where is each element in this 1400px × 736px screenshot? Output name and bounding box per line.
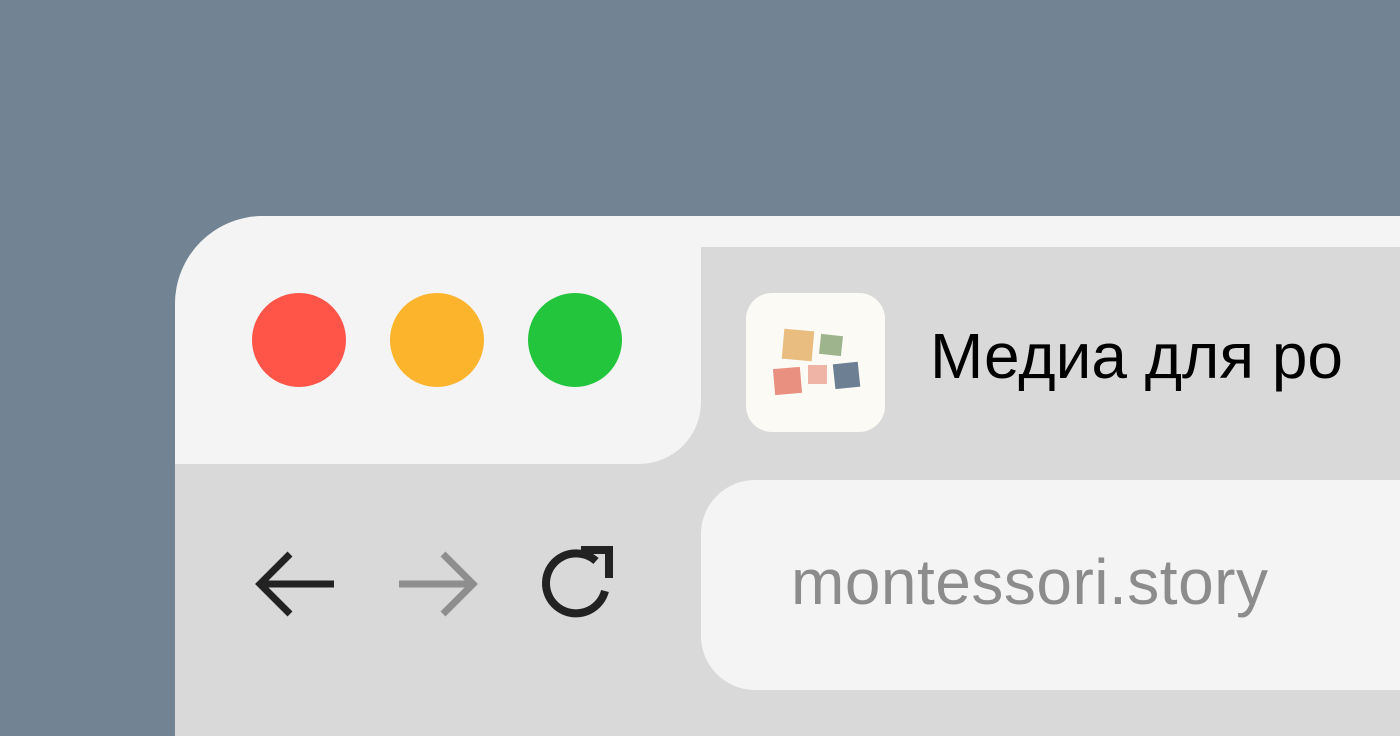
close-window-button[interactable] [252, 293, 346, 387]
address-bar[interactable]: montessori.story [701, 480, 1400, 690]
titlebar [175, 216, 701, 464]
titlebar-strip [701, 216, 1400, 247]
tab-title: Медиа для ро [930, 320, 1343, 392]
browser-window: Медиа для ро montessori.story [175, 216, 1400, 736]
address-url[interactable]: montessori.story [791, 540, 1268, 624]
forward-button[interactable] [393, 544, 483, 624]
reload-button[interactable] [533, 544, 623, 624]
zoom-window-button[interactable] [528, 293, 622, 387]
minimize-window-button[interactable] [390, 293, 484, 387]
montessori-logo-icon [746, 293, 885, 432]
arrow-right-icon [399, 551, 478, 617]
reload-icon [542, 546, 613, 618]
arrow-left-icon [255, 551, 334, 617]
back-button[interactable] [250, 544, 340, 624]
